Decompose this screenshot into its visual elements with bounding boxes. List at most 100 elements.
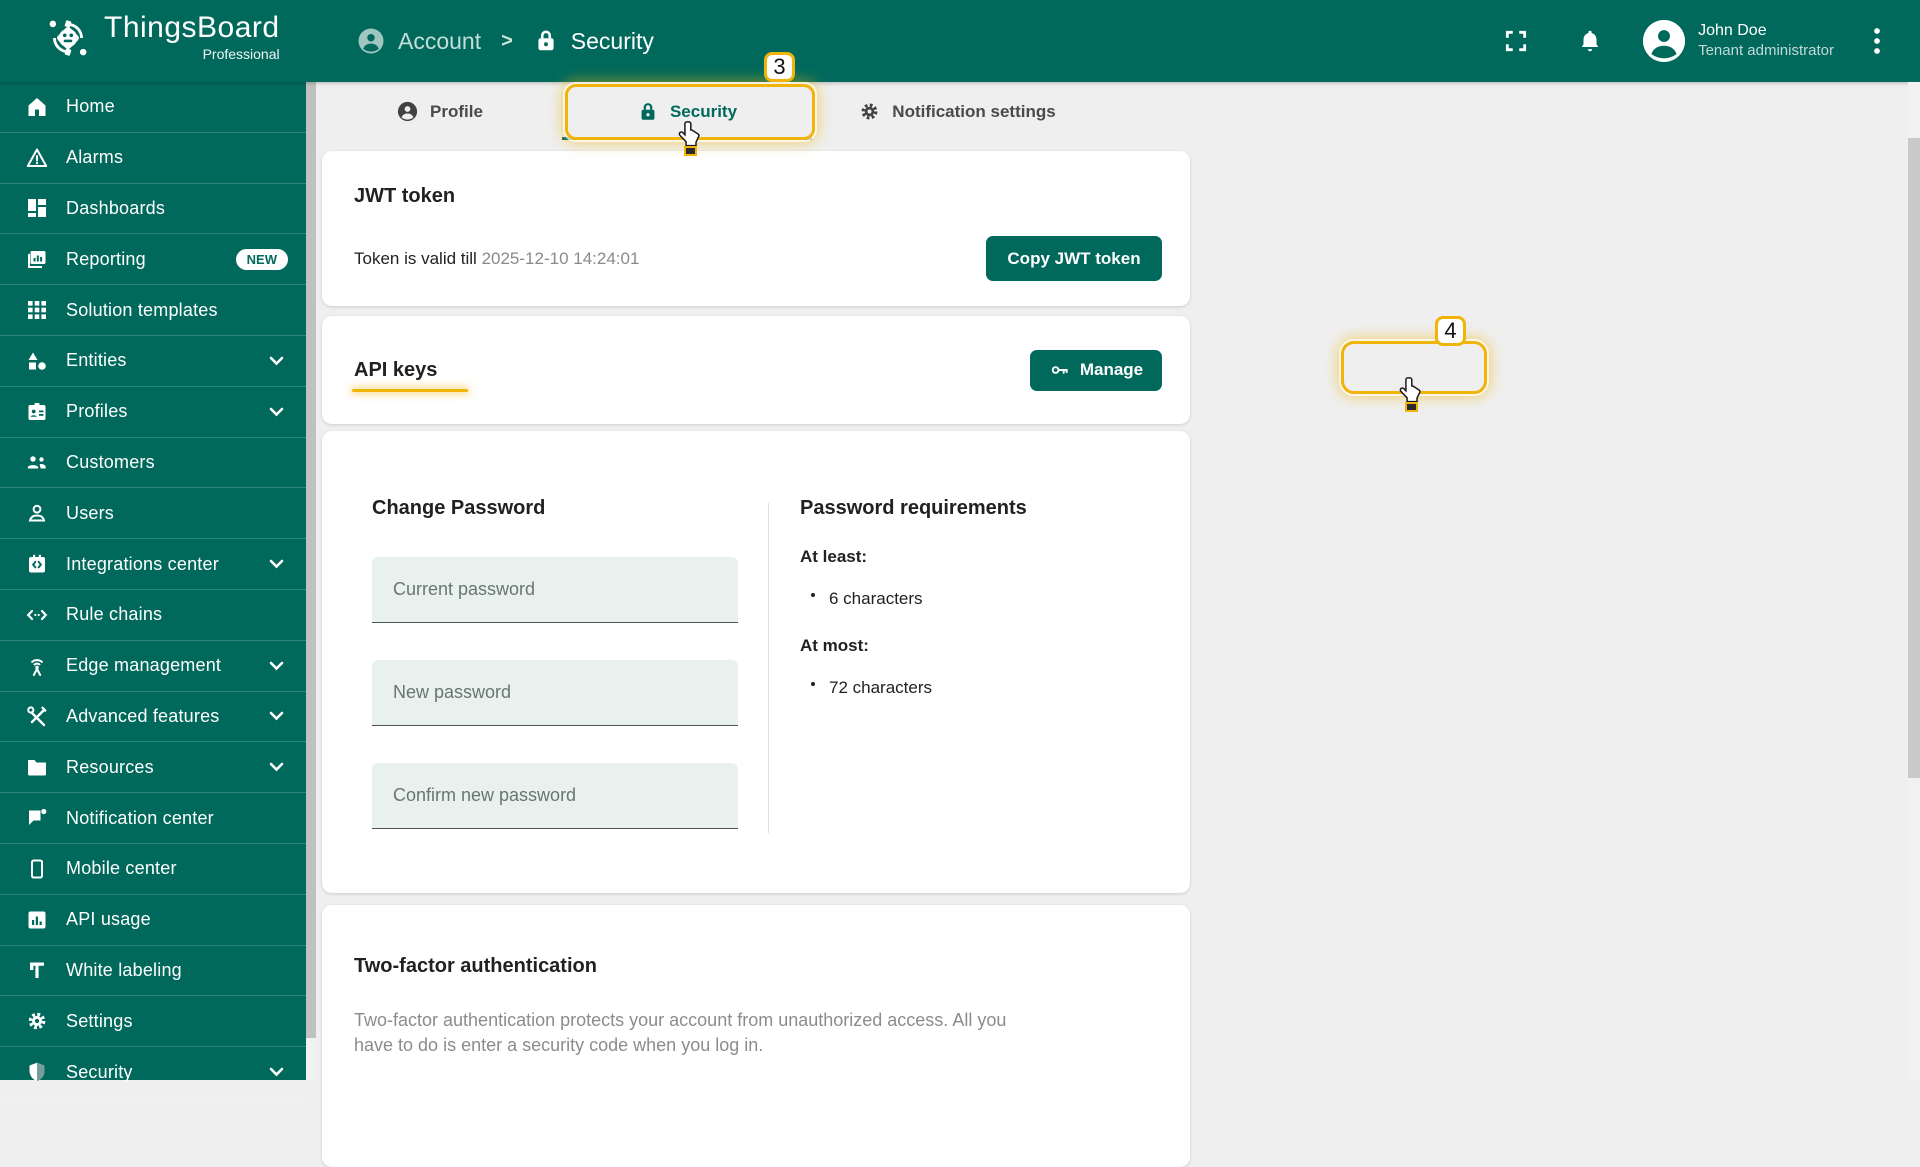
sidebar-item-api-usage[interactable]: API usage <box>0 895 306 946</box>
kebab-menu-icon[interactable] <box>1860 24 1894 58</box>
api-keys-title: API keys <box>354 358 438 381</box>
main-content: Profile Security Notification settings J… <box>316 82 1908 1167</box>
home-icon <box>25 95 49 119</box>
sidebar-item-solution-templates[interactable]: Solution templates <box>0 285 306 336</box>
change-password-card: Change Password Password requirements At… <box>322 431 1190 893</box>
topbar: ThingsBoard Professional Account > Secur… <box>0 0 1920 82</box>
requirement-item: 6 characters <box>811 589 1027 609</box>
page-scrollbar-thumb[interactable] <box>1908 138 1920 778</box>
breadcrumb-security[interactable]: Security <box>533 28 654 55</box>
sidebar-item-advanced-features[interactable]: Advanced features <box>0 692 306 743</box>
logo-title: ThingsBoard <box>104 11 280 44</box>
dashboards-icon <box>25 196 49 220</box>
change-password-title: Change Password <box>372 497 546 519</box>
chevron-down-icon <box>269 661 284 671</box>
sidebar-item-customers[interactable]: Customers <box>0 438 306 489</box>
thingsboard-logo[interactable]: ThingsBoard Professional <box>42 10 280 64</box>
annotation-step-badge-3: 3 <box>764 52 795 82</box>
password-requirements-title: Password requirements <box>800 497 1027 519</box>
api-usage-icon <box>25 908 49 932</box>
sidebar-item-integrations-center[interactable]: Integrations center <box>0 539 306 590</box>
at-most-label: At most: <box>800 636 869 655</box>
tab-profile[interactable]: Profile <box>322 82 557 141</box>
sidebar-item-entities[interactable]: Entities <box>0 336 306 387</box>
at-least-label: At least: <box>800 547 868 566</box>
chevron-down-icon <box>269 711 284 721</box>
account-person-icon <box>358 28 384 54</box>
user-info[interactable]: John Doe Tenant administrator <box>1698 21 1834 61</box>
white-labeling-icon <box>25 958 49 982</box>
sidebar-item-edge-management[interactable]: Edge management <box>0 641 306 692</box>
user-role: Tenant administrator <box>1698 42 1834 59</box>
sidebar-item-mobile-center[interactable]: Mobile center <box>0 844 306 895</box>
current-password-field[interactable] <box>372 557 738 623</box>
annotation-step-badge-4: 4 <box>1435 316 1466 346</box>
tab-notification-settings[interactable]: Notification settings <box>817 82 1097 141</box>
rule-chains-icon <box>25 603 49 627</box>
gear-icon <box>858 100 881 123</box>
sidebar-scrollbar[interactable] <box>306 82 316 1080</box>
chevron-down-icon <box>269 356 284 366</box>
edge-management-icon <box>25 654 49 678</box>
sidebar-item-reporting[interactable]: Reporting NEW <box>0 234 306 286</box>
two-factor-description: Two-factor authentication protects your … <box>354 1010 1007 1055</box>
copy-jwt-token-button[interactable]: Copy JWT token <box>986 236 1162 281</box>
jwt-valid-until: 2025-12-10 14:24:01 <box>481 248 640 268</box>
new-badge: NEW <box>235 248 288 270</box>
profiles-icon <box>25 400 49 424</box>
advanced-features-icon <box>25 704 49 728</box>
person-icon <box>396 100 419 123</box>
fullscreen-icon[interactable] <box>1499 24 1533 58</box>
sidebar-item-dashboards[interactable]: Dashboards <box>0 184 306 235</box>
solution-templates-icon <box>25 298 49 322</box>
click-point-marker <box>684 146 697 156</box>
topbar-actions: John Doe Tenant administrator <box>1499 0 1894 82</box>
jwt-token-card: JWT token Token is valid till 2025-12-10… <box>322 151 1190 306</box>
two-factor-card: Two-factor authentication Two-factor aut… <box>322 905 1190 1167</box>
customers-icon <box>25 450 49 474</box>
sidebar-scrollbar-thumb[interactable] <box>306 82 316 1038</box>
sidebar-item-notification-center[interactable]: Notification center <box>0 793 306 844</box>
breadcrumb-account[interactable]: Account <box>356 26 481 56</box>
entities-icon <box>25 349 49 373</box>
reporting-icon <box>25 247 49 271</box>
bullet-dot <box>811 682 815 686</box>
sidebar-item-resources[interactable]: Resources <box>0 742 306 794</box>
sidebar-item-users[interactable]: Users <box>0 488 306 540</box>
sidebar: Home Alarms Dashboards Reporting NEW Sol… <box>0 82 306 1098</box>
jwt-card-title: JWT token <box>354 185 456 207</box>
jwt-valid-text: Token is valid till 2025-12-10 14:24:01 <box>354 248 640 268</box>
lock-icon <box>538 30 554 51</box>
sidebar-item-rule-chains[interactable]: Rule chains <box>0 590 306 641</box>
sidebar-item-security[interactable]: Security <box>0 1047 306 1098</box>
chevron-down-icon <box>269 1067 284 1077</box>
avatar[interactable] <box>1643 20 1686 62</box>
notification-center-icon <box>25 806 49 830</box>
new-password-field[interactable] <box>372 660 738 726</box>
chevron-down-icon <box>269 762 284 772</box>
sidebar-item-profiles[interactable]: Profiles <box>0 387 306 438</box>
sidebar-item-alarms[interactable]: Alarms <box>0 133 306 184</box>
thingsboard-logo-icon <box>49 20 87 56</box>
annotation-underline-api-keys <box>352 389 468 392</box>
user-name: John Doe <box>1698 22 1767 39</box>
sidebar-item-settings[interactable]: Settings <box>0 996 306 1048</box>
confirm-new-password-field[interactable] <box>372 763 738 829</box>
api-keys-card: API keys Manage <box>322 316 1190 424</box>
notifications-bell-icon[interactable] <box>1573 24 1607 58</box>
sidebar-item-home[interactable]: Home <box>0 82 306 133</box>
logo-subtitle: Professional <box>202 46 280 62</box>
mobile-center-icon <box>25 857 49 881</box>
alarm-warning-icon <box>25 146 49 170</box>
chevron-down-icon <box>269 407 284 417</box>
manage-api-keys-button[interactable]: Manage <box>1030 349 1162 391</box>
key-icon <box>1049 359 1071 381</box>
page-scrollbar[interactable] <box>1908 82 1920 1080</box>
click-point-marker <box>1405 402 1418 412</box>
breadcrumb-separator: > <box>501 29 513 52</box>
breadcrumb: Account > Security <box>356 0 654 82</box>
settings-gear-icon <box>25 1009 49 1033</box>
sidebar-item-white-labeling[interactable]: White labeling <box>0 946 306 997</box>
integrations-icon <box>25 552 49 576</box>
chevron-down-icon <box>269 559 284 569</box>
